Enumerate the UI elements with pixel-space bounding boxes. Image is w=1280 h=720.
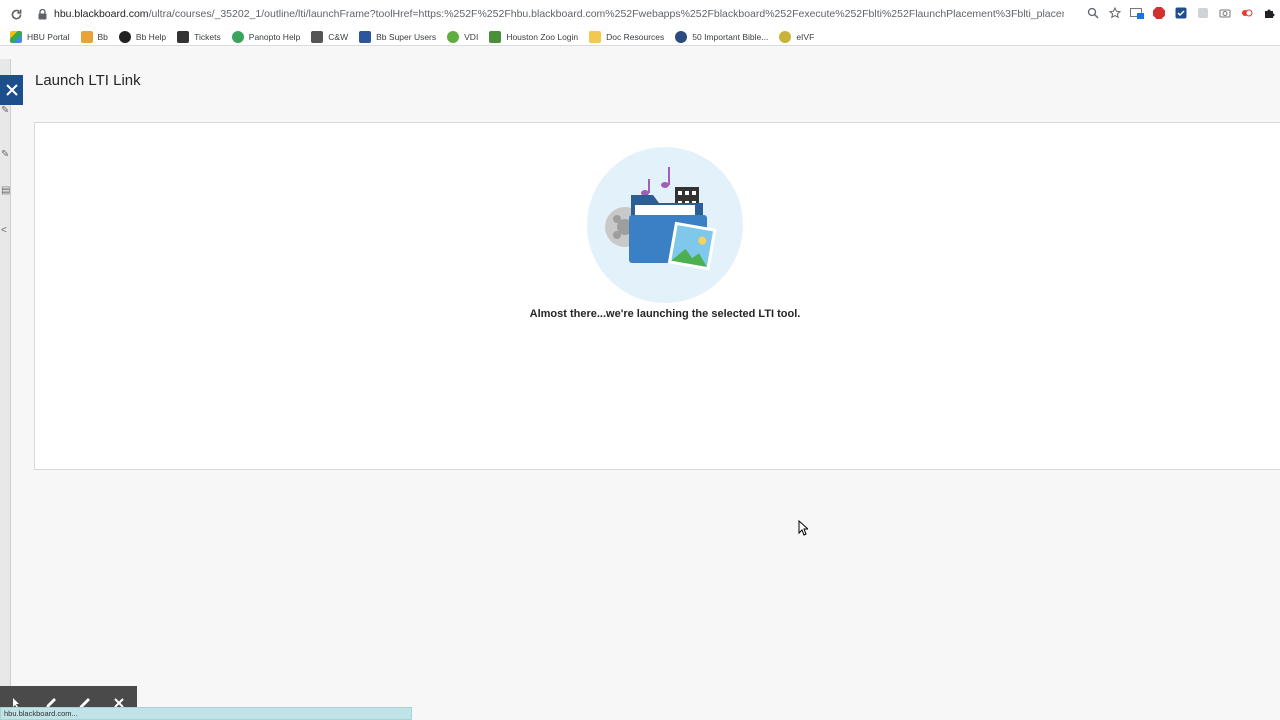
bookmark-doc-resources[interactable]: Doc Resources xyxy=(589,30,665,43)
bookmark-label: VDI xyxy=(464,31,479,42)
mail-extension-icon[interactable] xyxy=(1130,6,1144,20)
edit-page-icon xyxy=(489,30,502,43)
cw-icon xyxy=(311,30,324,43)
lti-media-illustration xyxy=(587,147,743,303)
page-title: Launch LTI Link xyxy=(35,72,141,89)
pencil-icon: ✎ xyxy=(1,149,10,160)
bookmark-label: 50 Important Bible... xyxy=(692,31,769,42)
bookmark-label: Houston Zoo Login xyxy=(506,31,579,42)
bookmark-bb-super-users[interactable]: Bb Super Users xyxy=(359,30,437,43)
puzzle-extensions-icon[interactable] xyxy=(1262,6,1276,20)
bookmark-panopto-help[interactable]: Panopto Help xyxy=(231,30,301,43)
url-host: hbu.blackboard.com xyxy=(54,8,149,20)
document-icon: ▤ xyxy=(1,185,11,196)
bookmark-hbu-portal[interactable]: HBU Portal xyxy=(10,30,70,43)
folder-icon xyxy=(589,30,602,43)
bookmark-cw[interactable]: C&W xyxy=(311,30,349,43)
red-extension-icon[interactable] xyxy=(1240,6,1254,20)
mouse-cursor-icon xyxy=(798,519,810,536)
background-course-nav: ✎ ✎ ▤ < xyxy=(0,59,11,720)
bookmark-eivf[interactable]: eIVF xyxy=(779,30,815,43)
bookmark-label: Bb Super Users xyxy=(376,31,437,42)
camera-extension-icon[interactable] xyxy=(1218,6,1232,20)
bookmark-label: C&W xyxy=(328,31,349,42)
tickets-icon xyxy=(177,30,190,43)
checklist-extension-icon[interactable] xyxy=(1174,6,1188,20)
bookmark-vdi[interactable]: VDI xyxy=(447,30,479,43)
url-field[interactable]: hbu.blackboard.com/ultra/courses/_35202_… xyxy=(54,8,1064,20)
bookmark-label: Bb xyxy=(97,31,108,42)
close-panel-button[interactable] xyxy=(0,75,23,105)
zoom-icon[interactable] xyxy=(1086,6,1100,20)
grey-extension-icon[interactable] xyxy=(1196,6,1210,20)
browser-address-bar: hbu.blackboard.com/ultra/courses/_35202_… xyxy=(0,0,1280,28)
url-path: /ultra/courses/_35202_1/outline/lti/laun… xyxy=(148,8,1064,20)
word-icon xyxy=(359,30,372,43)
lock-icon[interactable] xyxy=(36,8,48,20)
bookmark-label: Panopto Help xyxy=(248,31,301,42)
bookmarks-bar: HBU Portal Bb Bb Help Tickets Panopto He… xyxy=(0,28,1280,46)
close-icon xyxy=(5,84,18,96)
panopto-icon xyxy=(231,30,244,43)
reload-icon[interactable] xyxy=(8,6,24,22)
bookmark-bb-help[interactable]: Bb Help xyxy=(118,30,167,43)
loading-message: Almost there...we're launching the selec… xyxy=(529,308,801,320)
bookmark-bb[interactable]: Bb xyxy=(80,30,108,43)
vdi-icon xyxy=(447,30,460,43)
eivf-icon xyxy=(779,30,792,43)
gear-icon xyxy=(675,30,688,43)
bookmark-houston-zoo[interactable]: Houston Zoo Login xyxy=(489,30,579,43)
drive-icon xyxy=(10,30,22,43)
bookmark-tickets[interactable]: Tickets xyxy=(177,30,221,43)
status-bar-url: hbu.blackboard.com... xyxy=(0,707,412,720)
chevron-left-icon: < xyxy=(1,225,7,236)
star-icon[interactable] xyxy=(1108,6,1122,20)
bb-icon xyxy=(80,30,93,43)
bookmark-label: Tickets xyxy=(194,31,221,42)
bookmark-label: eIVF xyxy=(796,31,815,42)
adblock-icon[interactable] xyxy=(1152,6,1166,20)
help-icon xyxy=(118,30,131,43)
bookmark-label: HBU Portal xyxy=(27,31,70,42)
bookmark-bible[interactable]: 50 Important Bible... xyxy=(675,30,769,43)
pencil-icon: ✎ xyxy=(1,105,10,116)
bookmark-label: Bb Help xyxy=(135,31,167,42)
bookmark-label: Doc Resources xyxy=(606,31,665,42)
